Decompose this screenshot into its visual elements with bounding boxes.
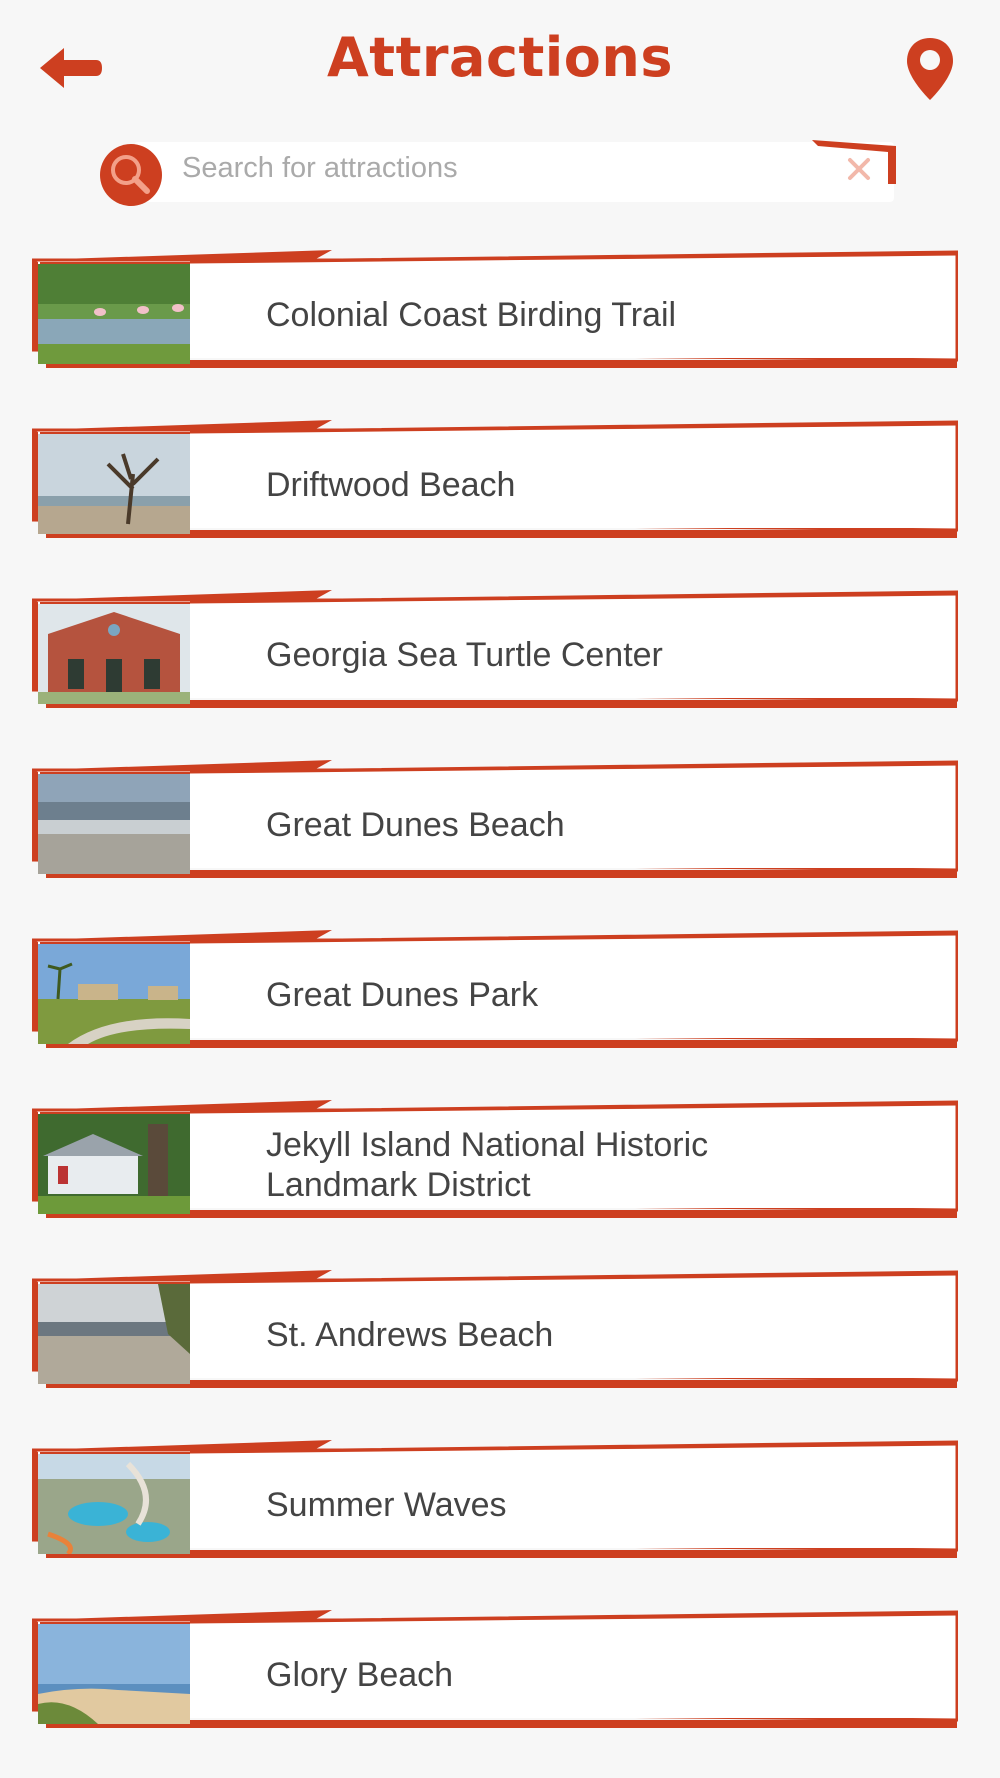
attraction-list-item[interactable]: Summer Waves <box>32 1440 958 1570</box>
attraction-name: Colonial Coast Birding Trail <box>266 296 677 334</box>
attraction-name: Summer Waves <box>266 1486 507 1524</box>
attraction-thumbnail <box>38 1284 190 1384</box>
attraction-list-item[interactable]: Great Dunes Park <box>32 930 958 1060</box>
search-button[interactable] <box>100 144 162 206</box>
page-title: Attractions <box>326 26 673 89</box>
close-icon <box>848 158 870 180</box>
search-icon <box>111 155 150 194</box>
attraction-list-item[interactable]: St. Andrews Beach <box>32 1270 958 1400</box>
attraction-thumbnail <box>38 774 190 874</box>
attraction-list-item[interactable]: Glory Beach <box>32 1610 958 1740</box>
attraction-thumbnail <box>38 1114 190 1214</box>
attraction-thumbnail <box>38 604 190 704</box>
attraction-name: Jekyll Island National Historic Landmark… <box>266 1126 709 1204</box>
attraction-list-item[interactable]: Driftwood Beach <box>32 420 958 550</box>
search-bar <box>98 132 904 212</box>
attraction-list-item[interactable]: Colonial Coast Birding Trail <box>32 250 958 380</box>
attraction-list-item[interactable]: Jekyll Island National Historic Landmark… <box>32 1100 958 1230</box>
attraction-name: Driftwood Beach <box>266 466 516 504</box>
clear-search-button[interactable] <box>844 154 874 184</box>
attraction-name: Glory Beach <box>266 1656 454 1694</box>
attraction-thumbnail <box>38 434 190 534</box>
attraction-name: Great Dunes Beach <box>266 806 565 844</box>
map-pin-icon <box>907 38 953 100</box>
app-header: Attractions <box>0 0 1000 130</box>
attraction-name: Georgia Sea Turtle Center <box>266 636 663 674</box>
attraction-thumbnail <box>38 944 190 1044</box>
attraction-name: Great Dunes Park <box>266 976 539 1014</box>
attraction-list-item[interactable]: Great Dunes Beach <box>32 760 958 890</box>
attraction-thumbnail <box>38 1454 190 1554</box>
attraction-name: St. Andrews Beach <box>266 1316 554 1354</box>
search-input[interactable] <box>182 146 742 190</box>
attraction-list-item[interactable]: Georgia Sea Turtle Center <box>32 590 958 720</box>
attraction-thumbnail <box>38 1624 190 1724</box>
attraction-thumbnail <box>38 264 190 364</box>
map-button[interactable] <box>904 36 956 102</box>
